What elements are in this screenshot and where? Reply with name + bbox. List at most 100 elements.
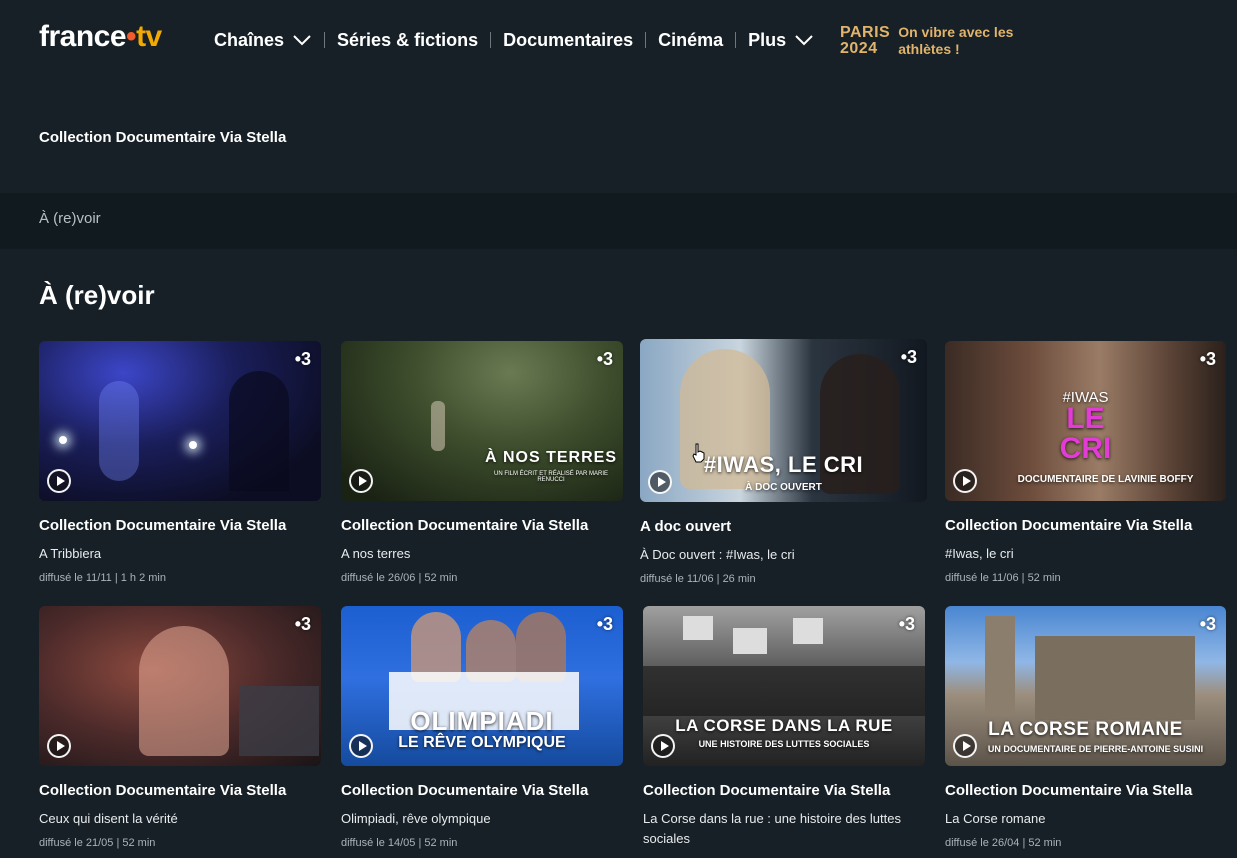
nav-item-documentaires[interactable]: Documentaires — [503, 30, 633, 51]
program-card[interactable]: LA CORSE DANS LA RUE UNE HISTOIRE DES LU… — [643, 606, 925, 857]
nav-label-cinema: Cinéma — [658, 29, 724, 50]
program-thumbnail[interactable]: LA CORSE ROMANE UN DOCUMENTAIRE DE PIERR… — [945, 606, 1226, 766]
tab-a-revoir[interactable]: À (re)voir — [39, 210, 101, 227]
thumbnail-title-text: LA CORSE DANS LA RUE — [675, 716, 893, 735]
stage-light — [59, 436, 67, 444]
france-tv-logo[interactable]: france•tv — [39, 20, 162, 54]
thumbnail-credit-text: DOCUMENTAIRE DE LAVINIE BOFFY — [1017, 474, 1194, 485]
nav-item-cinema[interactable]: Cinéma — [658, 30, 723, 51]
nav-label-series: Séries & fictions — [337, 29, 479, 50]
play-icon[interactable] — [953, 734, 977, 758]
card-title[interactable]: Collection Documentaire Via Stella — [945, 517, 1226, 534]
play-icon[interactable] — [648, 470, 672, 494]
program-card[interactable]: •3 Collection Documentaire Via Stella A … — [39, 341, 321, 584]
stage-light — [189, 441, 197, 449]
play-icon[interactable] — [349, 469, 373, 493]
play-icon[interactable] — [349, 734, 373, 758]
page-header: Collection Documentaire Via Stella — [0, 80, 1237, 193]
logo-france-text: france — [39, 20, 127, 53]
paris-tagline: On vibre avec les athlètes ! — [898, 24, 1014, 57]
thumbnail-person — [139, 626, 229, 756]
card-title[interactable]: Collection Documentaire Via Stella — [39, 517, 321, 534]
thumbnail-mixing-desk — [239, 686, 319, 756]
card-broadcast-info: diffusé le 26/06 | 52 min — [341, 572, 458, 584]
thumbnail-cri-text: CRI — [1059, 432, 1112, 465]
card-title[interactable]: Collection Documentaire Via Stella — [643, 782, 925, 799]
program-card[interactable]: À NOS TERRES UN FILM ÉCRIT ET RÉALISÉ PA… — [341, 341, 623, 584]
page-title: Collection Documentaire Via Stella — [39, 129, 287, 146]
paris-logo-line2: 2024 — [840, 40, 878, 57]
play-icon[interactable] — [47, 734, 71, 758]
card-broadcast-info: diffusé le 26/04 | 52 min — [945, 837, 1062, 849]
thumbnail-subtitle-text: UNE HISTOIRE DES LUTTES SOCIALES — [698, 739, 870, 749]
card-subtitle: À Doc ouvert : #Iwas, le cri — [640, 547, 795, 562]
nav-divider — [490, 32, 492, 48]
card-broadcast-info: diffusé le 11/06 | 52 min — [945, 572, 1061, 584]
nav-divider — [735, 32, 737, 48]
program-thumbnail[interactable]: #IWAS, LE CRI À DOC OUVERT •3 — [640, 339, 927, 502]
card-title[interactable]: Collection Documentaire Via Stella — [39, 782, 321, 799]
thumbnail-title-text: OLIMPIADI — [410, 706, 554, 736]
card-subtitle: Olimpiadi, rêve olympique — [341, 811, 491, 826]
thumbnail-title-text: À NOS TERRES — [484, 449, 617, 466]
thumbnail-title-text: #IWAS, LE CRI — [703, 452, 864, 477]
card-broadcast-info: diffusé le 14/05 | 52 min — [341, 837, 458, 849]
thumbnail-figure — [431, 401, 445, 451]
card-title[interactable]: Collection Documentaire Via Stella — [945, 782, 1226, 799]
nav-label-documentaires: Documentaires — [503, 29, 634, 50]
paris-logo-line1: PARIS — [840, 24, 891, 41]
chevron-down-icon — [794, 34, 814, 46]
card-subtitle: A Tribbiera — [39, 546, 102, 561]
thumbnail-le-text: LE — [1066, 402, 1105, 435]
program-thumbnail[interactable]: •3 — [39, 341, 321, 501]
top-navigation-bar: france•tv Chaînes Séries & fictions Docu… — [0, 0, 1237, 80]
thumbnail-subtitle-text: LE RÊVE OLYMPIQUE — [398, 734, 566, 751]
program-thumbnail[interactable]: #IWAS LE CRI DOCUMENTAIRE DE LAVINIE BOF… — [945, 341, 1226, 501]
france-3-badge: •3 — [1199, 614, 1216, 634]
program-card[interactable]: #IWAS, LE CRI À DOC OUVERT •3 A doc ouve… — [640, 339, 927, 585]
program-thumbnail[interactable]: OLIMPIADI LE RÊVE OLYMPIQUE •3 — [341, 606, 623, 766]
thumbnail-placard — [683, 616, 713, 640]
france-3-badge: •3 — [294, 614, 311, 634]
nav-label-plus: Plus — [748, 29, 787, 50]
thumbnail-figure — [99, 381, 139, 481]
program-thumbnail[interactable]: •3 — [39, 606, 321, 766]
paris-2024-promo[interactable]: PARIS 2024 On vibre avec les athlètes ! — [840, 24, 1028, 58]
play-icon[interactable] — [651, 734, 675, 758]
nav-item-chaines[interactable]: Chaînes — [214, 30, 312, 51]
card-subtitle: #Iwas, le cri — [945, 546, 1014, 561]
thumbnail-placard — [733, 628, 767, 654]
card-title[interactable]: A doc ouvert — [640, 518, 927, 535]
card-title[interactable]: Collection Documentaire Via Stella — [341, 517, 623, 534]
thumbnail-placard — [793, 618, 823, 644]
card-title[interactable]: Collection Documentaire Via Stella — [341, 782, 623, 799]
thumbnail-credit-text: UN FILM ÉCRIT ET RÉALISÉ PAR MARIE RENUC… — [493, 471, 609, 483]
program-card[interactable]: OLIMPIADI LE RÊVE OLYMPIQUE •3 Collectio… — [341, 606, 623, 849]
program-card[interactable]: LA CORSE ROMANE UN DOCUMENTAIRE DE PIERR… — [945, 606, 1226, 849]
card-broadcast-info: diffusé le 11/11 | 1 h 2 min — [39, 572, 166, 584]
france-3-badge: •3 — [898, 614, 915, 634]
play-icon[interactable] — [47, 469, 71, 493]
chevron-down-icon — [292, 34, 312, 46]
main-nav: Chaînes Séries & fictions Documentaires … — [214, 28, 814, 52]
card-broadcast-info: diffusé le 11/06 | 26 min — [640, 573, 756, 585]
card-broadcast-info: diffusé le 21/05 | 52 min — [39, 837, 156, 849]
france-3-badge: •3 — [596, 349, 613, 369]
card-subtitle: La Corse dans la rue : une histoire des … — [643, 811, 901, 846]
program-thumbnail[interactable]: À NOS TERRES UN FILM ÉCRIT ET RÉALISÉ PA… — [341, 341, 623, 501]
program-card[interactable]: #IWAS LE CRI DOCUMENTAIRE DE LAVINIE BOF… — [945, 341, 1226, 584]
card-subtitle: Ceux qui disent la vérité — [39, 811, 178, 826]
thumbnail-crowd — [643, 666, 925, 716]
logo-dot: • — [126, 20, 137, 53]
play-icon[interactable] — [953, 469, 977, 493]
nav-item-plus[interactable]: Plus — [748, 30, 814, 51]
thumbnail-title-text: LA CORSE ROMANE — [988, 719, 1183, 740]
logo-tv-text: tv — [136, 20, 162, 53]
france-3-badge: •3 — [1199, 349, 1216, 369]
program-card[interactable]: •3 Collection Documentaire Via Stella Ce… — [39, 606, 321, 849]
france-3-badge: •3 — [294, 349, 311, 369]
card-subtitle: A nos terres — [341, 546, 411, 561]
nav-item-series-fictions[interactable]: Séries & fictions — [337, 30, 478, 51]
card-subtitle: La Corse romane — [945, 811, 1046, 826]
program-thumbnail[interactable]: LA CORSE DANS LA RUE UNE HISTOIRE DES LU… — [643, 606, 925, 766]
